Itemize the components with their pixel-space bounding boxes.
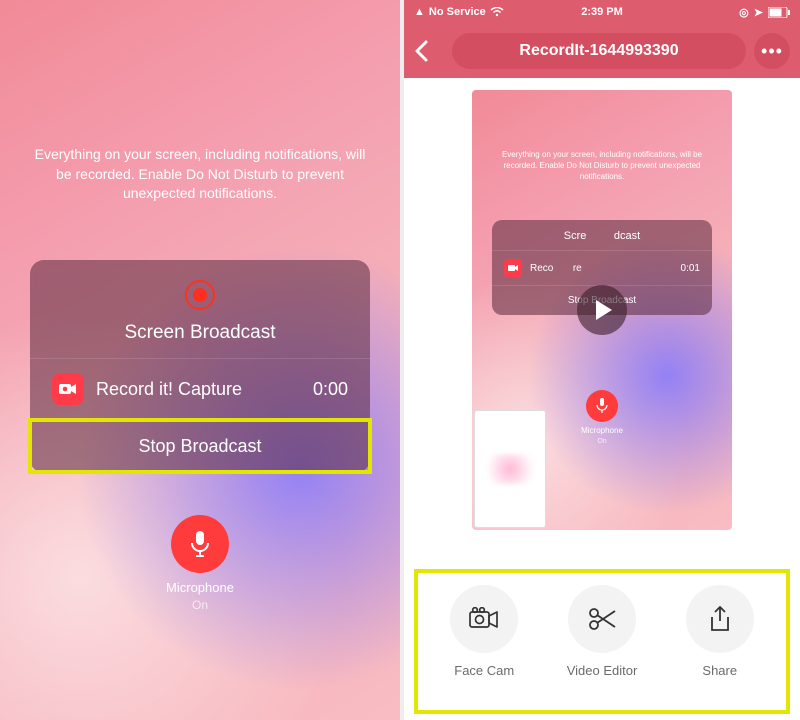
warning-icon: ▲ xyxy=(414,6,425,18)
status-bar: ▲ No Service 2:39 PM ◎ ➤ xyxy=(404,0,800,24)
wifi-icon xyxy=(490,7,504,17)
recording-timer: 0:00 xyxy=(313,379,348,400)
video-preview[interactable]: Everything on your screen, including not… xyxy=(404,78,800,565)
share-label: Share xyxy=(702,663,737,678)
back-button[interactable] xyxy=(414,40,444,62)
app-header: RecordIt-1644993390 ••• xyxy=(404,24,800,78)
microphone-status: On xyxy=(0,598,400,612)
modal-header: Screen Broadcast xyxy=(30,260,370,358)
app-name: Record it! Capture xyxy=(96,379,313,400)
share-button[interactable]: Share xyxy=(686,585,754,678)
recording-info-text: Everything on your screen, including not… xyxy=(30,145,370,204)
video-thumbnail: Everything on your screen, including not… xyxy=(472,90,732,530)
stop-broadcast-button[interactable]: Stop Broadcast xyxy=(30,419,370,473)
play-icon xyxy=(596,300,612,320)
right-screen: ▲ No Service 2:39 PM ◎ ➤ RecordIt-164499… xyxy=(404,0,800,720)
camera-icon xyxy=(469,607,499,631)
thumb-timer: 0:01 xyxy=(681,263,700,274)
clock: 2:39 PM xyxy=(581,6,623,18)
play-button[interactable] xyxy=(577,285,627,335)
thumb-mic-icon xyxy=(586,390,618,422)
thumb-info-text: Everything on your screen, including not… xyxy=(492,150,712,182)
ellipsis-icon: ••• xyxy=(761,41,783,62)
thumb-title-right: dcast xyxy=(614,230,640,242)
facecam-overlay xyxy=(474,410,546,528)
thumb-title-left: Scre xyxy=(564,230,587,242)
video-editor-button[interactable]: Video Editor xyxy=(567,585,638,678)
service-status: No Service xyxy=(429,6,486,18)
more-options-button[interactable]: ••• xyxy=(754,33,790,69)
compass-icon: ◎ xyxy=(739,6,749,19)
record-indicator-icon xyxy=(185,280,215,310)
scissors-icon xyxy=(588,607,616,631)
microphone-button[interactable] xyxy=(171,515,229,573)
thumb-app-icon xyxy=(504,259,522,277)
microphone-icon xyxy=(189,530,211,558)
chevron-left-icon xyxy=(414,40,428,62)
app-icon xyxy=(52,373,84,405)
broadcast-modal: Screen Broadcast Record it! Capture 0:00… xyxy=(30,260,370,473)
location-icon: ➤ xyxy=(754,6,763,19)
microphone-label: Microphone xyxy=(0,580,400,595)
editor-label: Video Editor xyxy=(567,663,638,678)
share-icon xyxy=(708,605,732,633)
app-row[interactable]: Record it! Capture 0:00 xyxy=(30,358,370,419)
facecam-button[interactable]: Face Cam xyxy=(450,585,518,678)
facecam-label: Face Cam xyxy=(454,663,514,678)
left-screen: Everything on your screen, including not… xyxy=(0,0,400,720)
modal-title: Screen Broadcast xyxy=(30,322,370,344)
battery-icon xyxy=(768,7,790,18)
recording-title[interactable]: RecordIt-1644993390 xyxy=(452,33,746,69)
bottom-toolbar: Face Cam Video Editor xyxy=(404,565,800,720)
